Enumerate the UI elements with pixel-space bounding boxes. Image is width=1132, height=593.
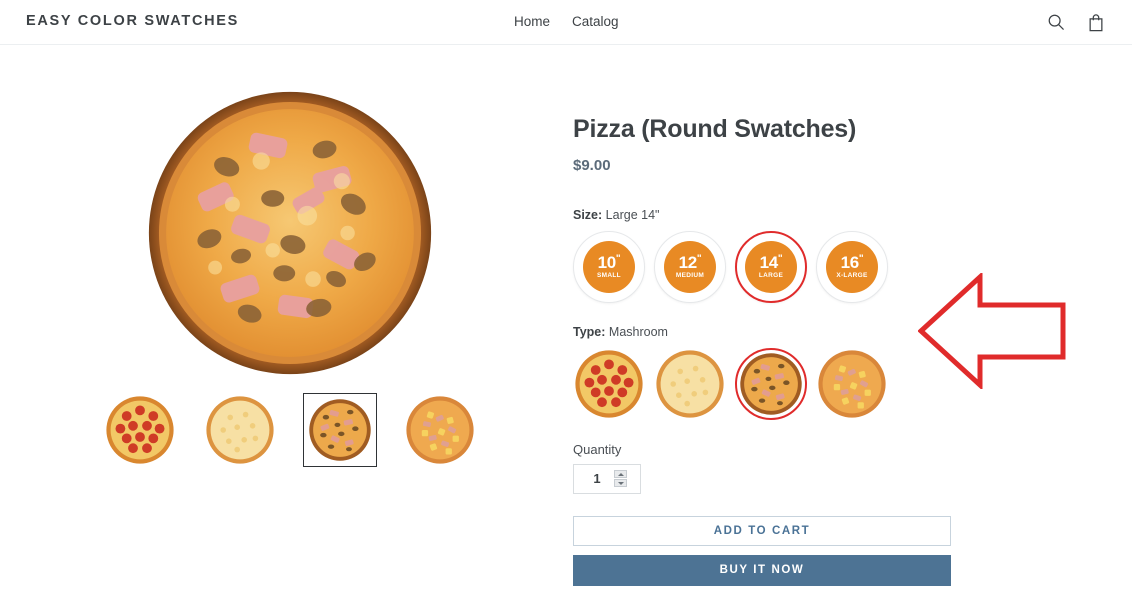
type-swatch-mashroom[interactable]: [735, 347, 807, 420]
size-swatch-inch: 10": [598, 254, 621, 271]
cheese-pizza-icon: [206, 396, 274, 464]
thumbnail-hawaiian[interactable]: [403, 393, 477, 467]
size-swatch-name: MEDIUM: [675, 272, 705, 279]
hero-image-wrap: [40, 80, 540, 385]
mashroom-pizza-icon: [740, 353, 802, 415]
shopping-bag-icon[interactable]: [1084, 10, 1108, 34]
size-swatch-medium[interactable]: 12" MEDIUM: [654, 230, 726, 303]
size-inch-number: 14: [759, 253, 779, 272]
search-icon[interactable]: [1044, 10, 1068, 34]
quantity-label: Quantity: [573, 441, 622, 457]
product-title: Pizza (Round Swatches): [573, 115, 857, 143]
thumbnail-cheese[interactable]: [203, 393, 277, 467]
size-label-text: Size:: [573, 207, 603, 222]
product-details: Pizza (Round Swatches) $9.00 Size: Large…: [573, 115, 965, 586]
size-swatch-inner: 14" LARGE: [745, 240, 797, 293]
thumbnail-strip: [40, 393, 540, 467]
size-swatch-row: 10" SMALL 12" MEDIUM 14" LARGE 16" X-LAR…: [573, 230, 965, 303]
size-option-label: Size: Large 14": [573, 208, 965, 222]
hawaiian-pizza-icon: [818, 350, 886, 418]
size-swatch-inner: 12" MEDIUM: [664, 240, 716, 293]
product-price: $9.00: [573, 156, 611, 174]
size-inch-number: 16: [840, 253, 860, 272]
nav-link-catalog[interactable]: Catalog: [572, 13, 619, 31]
size-inch-number: 10: [597, 253, 617, 272]
site-header: EASY COLOR SWATCHES Home Catalog: [0, 0, 1132, 45]
cheese-pizza-icon: [656, 350, 724, 418]
size-inch-unit: ": [777, 253, 783, 265]
size-swatch-name: X-LARGE: [836, 272, 868, 279]
add-to-cart-button[interactable]: ADD TO CART: [573, 515, 951, 546]
size-swatch-small[interactable]: 10" SMALL: [573, 230, 645, 303]
hero-product-image[interactable]: [146, 89, 434, 377]
quantity-stepper[interactable]: [573, 463, 641, 494]
size-inch-unit: ": [696, 253, 702, 265]
product-section: Pizza (Round Swatches) $9.00 Size: Large…: [0, 45, 1132, 593]
size-swatch-inner: 10" SMALL: [583, 240, 635, 293]
size-inch-number: 12: [678, 253, 698, 272]
buy-it-now-button[interactable]: BUY IT NOW: [573, 554, 951, 586]
thumbnail-mashroom[interactable]: [303, 393, 377, 467]
size-swatch-name: SMALL: [597, 272, 621, 279]
type-swatch-hawaiian[interactable]: [816, 347, 888, 420]
size-swatch-inch: 14": [760, 254, 783, 271]
size-selected-value: Large 14": [605, 207, 660, 222]
size-swatch-inch: 12": [679, 254, 702, 271]
size-swatch-inch: 16": [841, 254, 864, 271]
size-inch-unit: ": [615, 253, 621, 265]
type-swatch-cheese[interactable]: [654, 347, 726, 420]
site-logo[interactable]: EASY COLOR SWATCHES: [26, 13, 239, 29]
nav-link-home[interactable]: Home: [514, 13, 550, 31]
type-swatch-pepperoni[interactable]: [573, 347, 645, 420]
quantity-increment-button[interactable]: [614, 470, 627, 479]
product-gallery: [40, 80, 540, 467]
type-selected-value: Mashroom: [608, 324, 668, 339]
pepperoni-pizza-icon: [106, 396, 174, 464]
quantity-decrement-button[interactable]: [614, 479, 627, 488]
mashroom-pizza-icon: [309, 399, 371, 461]
hawaiian-pizza-icon: [406, 396, 474, 464]
size-inch-unit: ": [858, 253, 864, 265]
size-swatch-inner: 16" X-LARGE: [826, 240, 878, 293]
size-swatch-large[interactable]: 14" LARGE: [735, 230, 807, 303]
size-swatch-xlarge[interactable]: 16" X-LARGE: [816, 230, 888, 303]
quantity-input[interactable]: [580, 470, 614, 488]
thumbnail-pepperoni[interactable]: [103, 393, 177, 467]
header-icon-group: [1044, 10, 1108, 34]
type-swatch-row: [573, 347, 965, 420]
product-page: EASY COLOR SWATCHES Home Catalog Pizza (…: [0, 0, 1132, 593]
type-label-text: Type:: [573, 324, 606, 339]
size-swatch-name: LARGE: [758, 272, 784, 279]
quantity-spinner[interactable]: [614, 470, 627, 488]
type-option-label: Type: Mashroom: [573, 325, 965, 339]
main-navigation: Home Catalog: [514, 13, 619, 31]
pepperoni-pizza-icon: [575, 350, 643, 418]
